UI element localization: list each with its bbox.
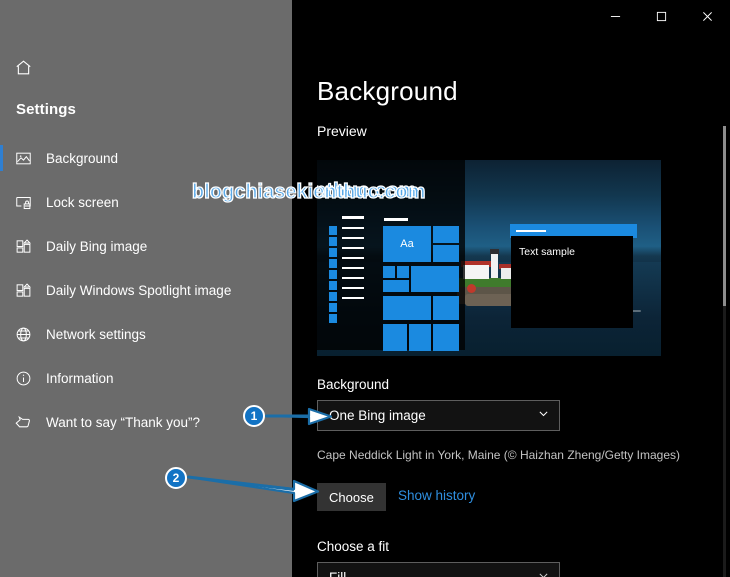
sidebar: Settings Background Lock screen Daily Bi… (0, 0, 292, 577)
chevron-down-icon (537, 569, 550, 577)
preview-tile (383, 266, 395, 278)
sidebar-home-button[interactable] (0, 52, 292, 86)
sidebar-item-label: Daily Windows Spotlight image (46, 282, 232, 298)
preview-window-body: Text sample (511, 236, 633, 328)
preview-window-text: Text sample (519, 246, 576, 258)
settings-window: Settings Background Lock screen Daily Bi… (0, 0, 730, 577)
sidebar-item-daily-bing-image[interactable]: Daily Bing image (0, 224, 292, 268)
lighthouse-tower (491, 254, 498, 278)
preview-tile (383, 324, 407, 351)
close-button[interactable] (684, 0, 730, 32)
preview-tile (383, 296, 431, 320)
preview-tile (411, 266, 459, 292)
sidebar-item-want-to-say-thank-you[interactable]: Want to say “Thank you”? (0, 400, 292, 444)
preview-tiles: Aa (383, 226, 459, 351)
preview-sample-window: Text sample (510, 224, 637, 328)
preview-tile (433, 296, 459, 320)
selection-indicator (0, 233, 3, 259)
selection-indicator (0, 277, 3, 303)
choose-button[interactable]: Choose (317, 483, 386, 511)
preview-tile (383, 280, 409, 292)
preview-tile (433, 245, 459, 262)
chevron-down-icon (537, 407, 550, 425)
selection-indicator (0, 189, 3, 215)
background-select[interactable]: One Bing image (317, 400, 560, 431)
preview-tile (409, 324, 431, 351)
background-preview: blogchiasekienthuc.com Aa (317, 160, 661, 356)
info-icon (0, 370, 46, 387)
fit-field-label: Choose a fit (317, 539, 390, 554)
watermark-right-part: blogchiasekienthuc.com (317, 180, 417, 203)
show-history-link[interactable]: Show history (398, 488, 475, 503)
window-controls (592, 0, 730, 32)
selection-indicator (0, 365, 3, 391)
maximize-icon (656, 11, 666, 21)
preview-tile (433, 324, 459, 351)
globe-icon (0, 326, 46, 343)
selection-indicator (0, 409, 3, 435)
preview-tile-group-header (384, 218, 408, 221)
sidebar-item-daily-windows-spotlight-image[interactable]: Daily Windows Spotlight image (0, 268, 292, 312)
page-title: Background (317, 76, 458, 106)
sidebar-title: Settings (16, 101, 76, 118)
minimize-button[interactable] (592, 0, 638, 32)
background-select-value: One Bing image (329, 408, 426, 423)
sidebar-item-network-settings[interactable]: Network settings (0, 312, 292, 356)
preview-start-left-strip (329, 226, 337, 326)
sidebar-item-label: Daily Bing image (46, 238, 148, 254)
close-icon (702, 11, 712, 21)
sidebar-nav: Background Lock screen Daily Bing image … (0, 136, 292, 444)
content-pane: Background Preview nthuc.com Aa Text sam… (292, 0, 730, 577)
background-field-label: Background (317, 377, 390, 392)
red-buoy (467, 284, 476, 293)
picture-icon (0, 150, 46, 167)
preview-tile-aa: Aa (383, 226, 431, 262)
lighthouse-house (463, 265, 489, 279)
sidebar-item-lock-screen[interactable]: Lock screen (0, 180, 292, 224)
home-icon (0, 58, 46, 80)
sidebar-item-information[interactable]: Information (0, 356, 292, 400)
tiles-icon (0, 238, 46, 255)
sidebar-item-label: Information (46, 370, 114, 386)
minimize-icon (610, 15, 620, 17)
sidebar-item-label: Want to say “Thank you”? (46, 414, 201, 430)
preview-label: Preview (317, 123, 367, 139)
sidebar-item-label: Background (46, 150, 119, 166)
scrollbar-thumb[interactable] (723, 126, 726, 306)
fit-select[interactable]: Fill (317, 562, 560, 577)
tiles-icon (0, 282, 46, 299)
preview-start-menu-lines (342, 216, 364, 307)
preview-tile (433, 226, 459, 243)
selection-indicator (0, 145, 3, 171)
lock-screen-icon (0, 194, 46, 211)
selection-indicator (0, 321, 3, 347)
image-credit: Cape Neddick Light in York, Maine (© Hai… (317, 448, 681, 462)
preview-tile (397, 266, 409, 278)
sidebar-item-background[interactable]: Background (0, 136, 292, 180)
fit-select-value: Fill (329, 570, 346, 577)
maximize-button[interactable] (638, 0, 684, 32)
sidebar-item-label: Lock screen (46, 194, 119, 210)
sidebar-item-label: Network settings (46, 326, 146, 342)
thumbs-up-icon (0, 413, 46, 431)
